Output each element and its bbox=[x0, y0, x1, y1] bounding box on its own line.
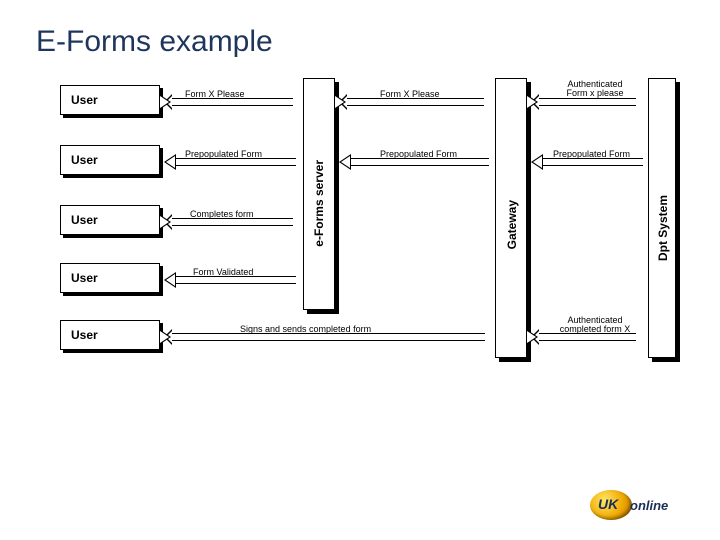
arrow-label: Authenticated Form x please bbox=[560, 80, 630, 99]
user-label: User bbox=[60, 320, 160, 350]
eforms-server-label: e-Forms server bbox=[312, 160, 326, 247]
user-label: User bbox=[60, 145, 160, 175]
dpt-system-label: Dpt System bbox=[656, 195, 670, 261]
uk-online-logo: UK online bbox=[590, 490, 680, 520]
arrow-label: Signs and sends completed form bbox=[240, 324, 371, 334]
arrow-label: Authenticated completed form X bbox=[552, 316, 638, 335]
arrow-label: Prepopulated Form bbox=[185, 149, 262, 159]
arrow-label: Completes form bbox=[190, 209, 254, 219]
arrow-label: Form Validated bbox=[193, 267, 253, 277]
logo-uk-text: UK bbox=[598, 496, 618, 512]
logo-online-text: online bbox=[630, 498, 668, 513]
arrow-label: Form X Please bbox=[380, 89, 440, 99]
arrow-label: Form X Please bbox=[185, 89, 245, 99]
slide-title: E-Forms example bbox=[36, 25, 273, 59]
arrow-label: Prepopulated Form bbox=[380, 149, 457, 159]
user-label: User bbox=[60, 205, 160, 235]
user-label: User bbox=[60, 85, 160, 115]
user-label: User bbox=[60, 263, 160, 293]
arrow-label: Prepopulated Form bbox=[553, 149, 630, 159]
gateway-label: Gateway bbox=[505, 200, 519, 249]
